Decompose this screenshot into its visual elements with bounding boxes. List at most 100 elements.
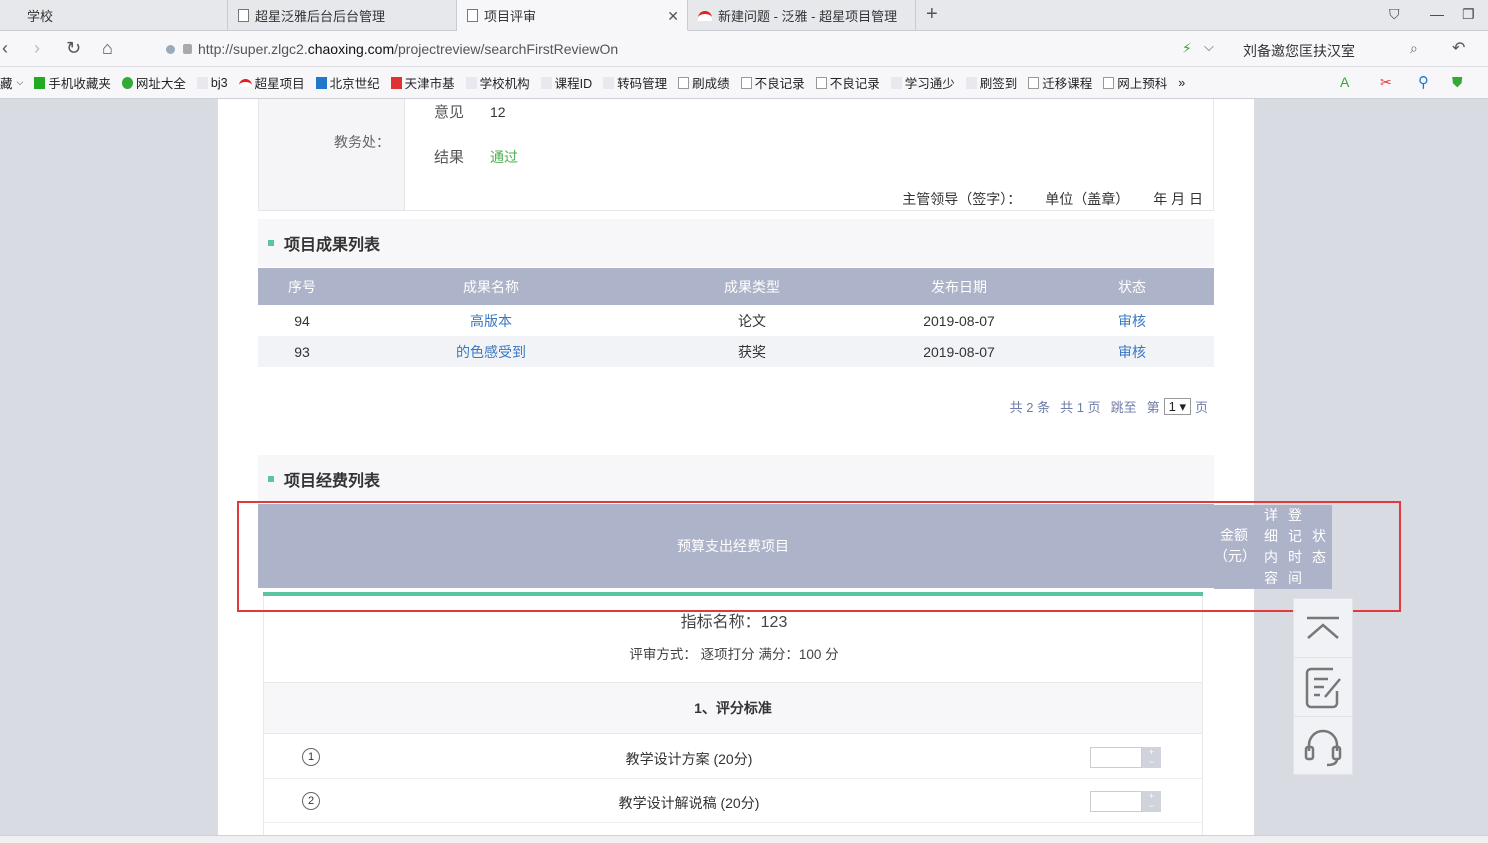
url-field[interactable]: http://super.zlgc2.chaoxing.com/projectr… bbox=[160, 35, 1228, 63]
review-link[interactable]: 审核 bbox=[1118, 313, 1146, 329]
bookmark-item[interactable]: 刷签到 bbox=[965, 73, 1017, 92]
result-value: 通过 bbox=[490, 149, 519, 165]
criteria-row: 2 教学设计解说稿 (20分) + − bbox=[264, 780, 1202, 823]
score-input[interactable] bbox=[1090, 791, 1142, 812]
site-icon bbox=[315, 76, 327, 89]
bookmark-item[interactable]: 刷成绩 bbox=[678, 73, 730, 92]
pager-jump: 跳至 bbox=[1110, 400, 1137, 415]
status-bar bbox=[0, 835, 1488, 843]
score-stepper[interactable]: + − bbox=[1142, 791, 1161, 812]
indicator-mode: 评审方式： 逐项打分 满分：100 分 bbox=[629, 647, 839, 662]
page-icon bbox=[1028, 76, 1040, 89]
tab-new-issue[interactable]: 新建问题 - 泛雅 - 超星项目管理 bbox=[688, 0, 916, 31]
back-icon[interactable]: ‹ bbox=[2, 38, 8, 59]
signature-line: 主管领导（签字）： 单位（盖章）年 月 日 bbox=[902, 191, 1203, 207]
criteria-title: 1、评分标准 bbox=[264, 682, 1202, 734]
bookmark-item[interactable]: 手机收藏夹 bbox=[34, 73, 111, 92]
shield-icon[interactable]: ⛊ bbox=[1452, 74, 1463, 91]
bookmarks-more[interactable]: » bbox=[1178, 76, 1185, 90]
bookmark-item[interactable]: 网址大全 bbox=[121, 73, 186, 92]
home-icon[interactable]: ⌂ bbox=[102, 38, 113, 59]
bookmark-item[interactable]: 课程ID bbox=[540, 73, 592, 92]
tab-school[interactable]: 学校 bbox=[0, 0, 228, 31]
close-icon[interactable]: ✕ bbox=[667, 8, 679, 25]
chaoxing-logo-icon bbox=[698, 10, 712, 21]
chevron-down-icon: ⌵ bbox=[16, 77, 24, 87]
table-row: 93 的色感受到 获奖 2019-08-07 审核 bbox=[258, 336, 1214, 367]
bookmark-item[interactable]: 学校机构 bbox=[465, 73, 530, 92]
scissors-icon[interactable]: ✂ bbox=[1380, 74, 1392, 91]
bullet-icon bbox=[268, 476, 274, 482]
site-info-icon bbox=[166, 44, 175, 54]
reload-icon[interactable]: ↻ bbox=[66, 38, 81, 59]
bookmark-item[interactable]: 学习通少 bbox=[890, 73, 955, 92]
score-input[interactable] bbox=[1090, 747, 1142, 768]
undo-icon[interactable]: ↶ bbox=[1452, 38, 1465, 58]
url-prefix: http://super.zlgc2. bbox=[198, 41, 308, 57]
bookmark-item[interactable]: 超星项目 bbox=[238, 73, 305, 92]
phone-icon bbox=[34, 76, 46, 89]
minimize-icon[interactable]: — bbox=[1430, 6, 1444, 22]
chevron-up-icon bbox=[1307, 616, 1339, 639]
column-header: 状态 bbox=[1050, 268, 1214, 305]
chevron-down-icon[interactable]: ⌵ bbox=[1204, 39, 1214, 55]
magnifier-icon[interactable]: ⚲ bbox=[1418, 73, 1429, 91]
edit-icon bbox=[1305, 667, 1341, 709]
search-icon[interactable]: ⌕ bbox=[1410, 40, 1418, 57]
bookmark-item[interactable]: 天津市基 bbox=[390, 73, 455, 92]
result-name-link[interactable]: 高版本 bbox=[470, 313, 512, 329]
translate-icon[interactable]: A bbox=[1340, 74, 1349, 90]
address-bar: ‹ › ↻ ⌂ http://super.zlgc2.chaoxing.com/… bbox=[0, 31, 1488, 67]
bookmark-item[interactable]: 迁移课程 bbox=[1028, 73, 1092, 92]
chaoxing-logo-icon bbox=[238, 78, 252, 87]
page-icon bbox=[1103, 76, 1115, 89]
page-icon bbox=[10, 9, 21, 22]
customer-service-button[interactable] bbox=[1294, 717, 1352, 776]
opinion-row: 意见 12 bbox=[434, 104, 506, 121]
restore-icon[interactable]: ❐ bbox=[1462, 6, 1475, 23]
feedback-button[interactable] bbox=[1294, 658, 1352, 717]
page-icon bbox=[740, 76, 752, 89]
shirt-icon[interactable]: ⛉ bbox=[1389, 6, 1400, 23]
result-name-link[interactable]: 的色感受到 bbox=[456, 344, 526, 360]
page-icon bbox=[603, 76, 615, 89]
globe-icon bbox=[121, 76, 133, 89]
tab-admin[interactable]: 超星泛雅后台后台管理 bbox=[228, 0, 457, 31]
bookmark-item[interactable]: 转码管理 bbox=[603, 73, 667, 92]
pager-total: 共 2 条 bbox=[1009, 400, 1051, 415]
bookmark-item[interactable]: 北京世纪 bbox=[315, 73, 380, 92]
forward-icon[interactable]: › bbox=[34, 38, 40, 59]
new-tab-icon[interactable]: + bbox=[926, 3, 938, 26]
page-icon bbox=[815, 76, 827, 89]
bookmark-item[interactable]: 不良记录 bbox=[740, 73, 805, 92]
bookmark-folder[interactable]: 藏 ⌵ bbox=[0, 73, 23, 92]
pagination: 共 2 条 共 1 页 跳至 第 1 ▾ 页 bbox=[1009, 398, 1208, 415]
tab-label: 学校 bbox=[27, 9, 54, 24]
criteria-row: 1 教学设计方案 (20分) + − bbox=[264, 736, 1202, 779]
bookmark-item[interactable]: 网上预科 bbox=[1103, 73, 1167, 92]
review-link[interactable]: 审核 bbox=[1118, 344, 1146, 360]
tab-project-review[interactable]: 项目评审 ✕ bbox=[457, 0, 688, 31]
bullet-icon bbox=[268, 240, 274, 246]
page-content: 教务处： 意见 12 结果 通过 主管领导（签字）： 单位（盖章）年 月 日 项目成果… bbox=[218, 99, 1254, 835]
tab-label: 新建问题 - 泛雅 - 超星项目管理 bbox=[718, 9, 898, 24]
section-title-results: 项目成果列表 bbox=[258, 219, 1214, 267]
opinion-value: 12 bbox=[490, 104, 506, 120]
page-icon bbox=[465, 76, 477, 89]
back-to-top-button[interactable] bbox=[1294, 599, 1352, 658]
dept-label: 教务处： bbox=[334, 134, 390, 150]
page-icon bbox=[196, 76, 208, 89]
bookmark-item[interactable]: bj3 bbox=[196, 76, 228, 90]
bookmark-item[interactable]: 不良记录 bbox=[815, 73, 880, 92]
column-header: 成果类型 bbox=[636, 268, 868, 305]
column-header: 成果名称 bbox=[346, 268, 636, 305]
tab-label: 超星泛雅后台后台管理 bbox=[255, 9, 386, 24]
lightning-icon[interactable]: ⚡ bbox=[1182, 40, 1192, 57]
search-input[interactable]: 刘备邀您匡扶汉室 bbox=[1243, 41, 1355, 61]
page-select[interactable]: 1 ▾ bbox=[1163, 398, 1191, 415]
pager-pages: 共 1 页 bbox=[1060, 400, 1101, 415]
indicator-panel: 指标名称：123 评审方式： 逐项打分 满分：100 分 1、评分标准 1 教学… bbox=[263, 596, 1203, 835]
score-stepper[interactable]: + − bbox=[1142, 747, 1161, 768]
headset-icon bbox=[1304, 729, 1342, 766]
floating-toolbar bbox=[1293, 598, 1353, 775]
